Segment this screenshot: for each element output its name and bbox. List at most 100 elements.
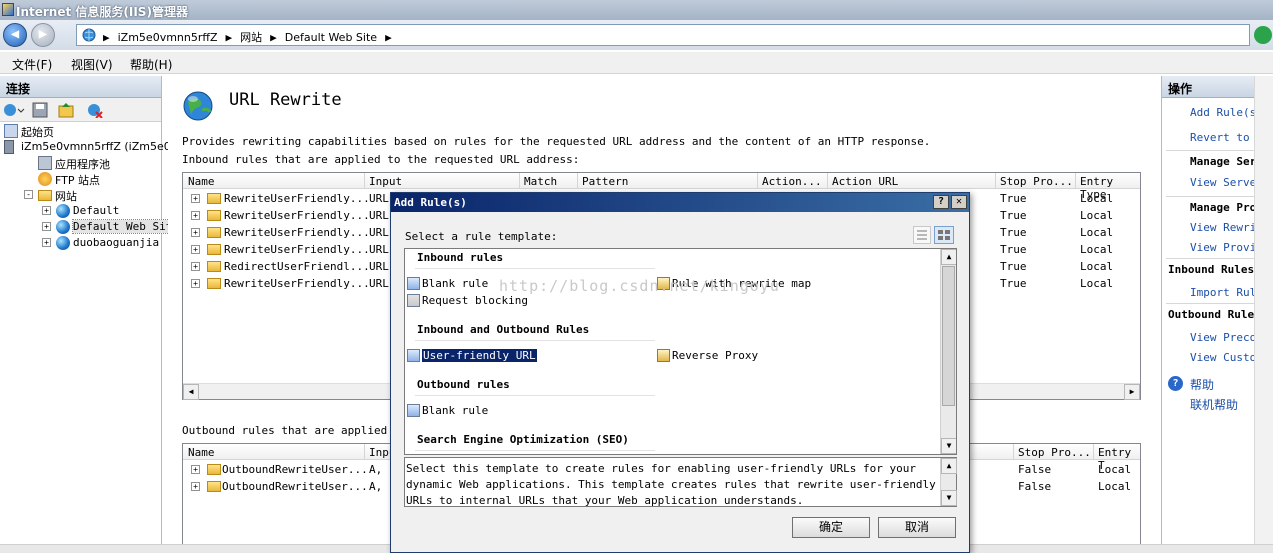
rule-template-item[interactable]: Blank rule xyxy=(407,404,488,417)
menu-file[interactable]: 文件(F) xyxy=(12,56,52,73)
ok-button[interactable]: 确定 xyxy=(792,517,870,538)
tile-view-button[interactable] xyxy=(934,226,954,244)
breadcrumb-item[interactable]: Default Web Site xyxy=(285,31,377,44)
column-separator[interactable] xyxy=(995,173,996,189)
up-level-icon[interactable] xyxy=(58,102,76,118)
column-separator[interactable] xyxy=(577,173,578,189)
row-expander[interactable]: + xyxy=(191,245,200,254)
cancel-button[interactable]: 取消 xyxy=(878,517,956,538)
tree-item[interactable]: + Default Web Site xyxy=(0,219,180,235)
row-expander[interactable]: + xyxy=(191,482,200,491)
connections-pane: 连接 起始页 iZm5e0vmnn5rffZ (iZm5e0v 应用程序池 FTP 站… xyxy=(0,76,180,553)
column-separator[interactable] xyxy=(827,173,828,189)
action-link[interactable]: View Precon xyxy=(1190,331,1263,344)
template-list[interactable]: Inbound rules Blank rule Rule with rewrite… xyxy=(404,248,957,455)
column-separator[interactable] xyxy=(757,173,758,189)
connect-icon[interactable] xyxy=(3,102,25,118)
action-link[interactable]: 联机帮助 xyxy=(1190,396,1238,413)
scroll-thumb[interactable] xyxy=(942,266,955,406)
tree-item[interactable]: FTP 站点 xyxy=(0,171,160,187)
grid-column-header[interactable]: Action... xyxy=(762,175,822,188)
rule-entry: Local xyxy=(1080,243,1114,256)
grid-column-header[interactable]: Name xyxy=(188,446,215,459)
row-expander[interactable]: + xyxy=(191,465,200,474)
action-link[interactable]: 帮助 xyxy=(1190,376,1214,393)
grid-column-header[interactable]: Name xyxy=(188,175,215,188)
forward-button[interactable]: ▶ xyxy=(31,23,55,47)
grid-column-header[interactable]: Stop Pro... xyxy=(1018,446,1091,459)
scroll-left-button[interactable]: ◀ xyxy=(183,384,199,400)
desc-scroll-down[interactable]: ▼ xyxy=(941,490,957,506)
tree-item[interactable]: + Default xyxy=(0,203,160,219)
menu-view[interactable]: 视图(V) xyxy=(71,56,113,73)
grid-column-header[interactable]: Pattern xyxy=(582,175,628,188)
column-separator[interactable] xyxy=(1013,444,1014,460)
desc-scroll-up[interactable]: ▲ xyxy=(941,458,957,474)
tree-expander[interactable]: + xyxy=(42,206,51,215)
rule-template-item[interactable]: Blank rule xyxy=(407,277,488,290)
tree-expander[interactable]: - xyxy=(24,190,33,199)
template-list-scrollbar[interactable]: ▲ ▼ xyxy=(940,249,956,454)
rule-entry: Local xyxy=(1098,480,1132,493)
server-icon xyxy=(4,140,14,154)
rule-template-label: Request blocking xyxy=(422,294,528,307)
column-separator[interactable] xyxy=(1093,444,1094,460)
action-link[interactable]: Add Rule(s) xyxy=(1190,106,1263,119)
tree-item[interactable]: 起始页 xyxy=(0,123,160,139)
rule-template-item[interactable]: User-friendly URL xyxy=(407,349,537,362)
column-separator[interactable] xyxy=(364,173,365,189)
back-button[interactable]: ◀ xyxy=(3,23,27,47)
grid-column-header[interactable]: Stop Pro... xyxy=(1000,175,1073,188)
row-expander[interactable]: + xyxy=(191,262,200,271)
folder-icon xyxy=(207,464,221,475)
tree-item[interactable]: 应用程序池 xyxy=(0,155,160,171)
dialog-help-button[interactable]: ? xyxy=(933,195,949,209)
scroll-right-button[interactable]: ▶ xyxy=(1124,384,1140,400)
address-row: ◀ ▶ ▶ iZm5e0vmnn5rffZ ▶ 网站 ▶ Default Web Site… xyxy=(0,20,1273,50)
row-expander[interactable]: + xyxy=(191,211,200,220)
tree-item[interactable]: iZm5e0vmnn5rffZ (iZm5e0v xyxy=(0,139,177,155)
grid-column-header[interactable]: Input xyxy=(369,175,402,188)
scroll-up-button[interactable]: ▲ xyxy=(941,249,956,265)
app-pool-icon xyxy=(38,156,52,170)
rule-name: RewriteUserFriendly... xyxy=(224,209,370,222)
tree-item[interactable]: - 网站 xyxy=(0,187,160,203)
row-expander[interactable]: + xyxy=(191,279,200,288)
action-link[interactable]: View Server xyxy=(1190,176,1263,189)
grid-column-header[interactable]: Action URL xyxy=(832,175,898,188)
actions-scrollbar[interactable] xyxy=(1254,76,1273,544)
rule-template-item[interactable]: Reverse Proxy xyxy=(657,349,758,362)
tree-item-label: iZm5e0vmnn5rffZ (iZm5e0v xyxy=(21,140,178,153)
row-expander[interactable]: + xyxy=(191,228,200,237)
disconnect-icon[interactable] xyxy=(86,102,104,118)
action-link[interactable]: View Custom xyxy=(1190,351,1263,364)
grid-column-header[interactable]: Match xyxy=(524,175,557,188)
rule-stop: False xyxy=(1018,480,1052,493)
dialog-close-button[interactable]: ✕ xyxy=(951,195,967,209)
scroll-down-button[interactable]: ▼ xyxy=(941,438,956,454)
column-separator[interactable] xyxy=(364,444,365,460)
rule-template-item[interactable]: Request blocking xyxy=(407,294,528,307)
breadcrumb-item[interactable]: iZm5e0vmnn5rffZ xyxy=(118,31,218,44)
breadcrumb-item[interactable]: 网站 xyxy=(240,31,262,44)
folder-icon xyxy=(207,244,221,255)
menu-help[interactable]: 帮助(H) xyxy=(130,56,172,73)
action-bold[interactable]: Manage Ser xyxy=(1190,155,1256,168)
action-link[interactable]: Import Rule xyxy=(1190,286,1263,299)
menu-bar: 文件(F) 视图(V) 帮助(H) xyxy=(0,52,1273,74)
tree-item[interactable]: + duobaoguanjia xyxy=(0,235,160,251)
action-bold[interactable]: Manage Pro xyxy=(1190,201,1256,214)
description-scrollbar[interactable]: ▲ ▼ xyxy=(940,458,957,506)
column-separator[interactable] xyxy=(1075,173,1076,189)
column-separator[interactable] xyxy=(519,173,520,189)
action-link[interactable]: Revert to P xyxy=(1190,131,1263,144)
tree-expander[interactable]: + xyxy=(42,222,51,231)
action-link[interactable]: View Provid xyxy=(1190,241,1263,254)
refresh-icon[interactable] xyxy=(1254,26,1272,44)
row-expander[interactable]: + xyxy=(191,194,200,203)
tree-expander[interactable]: + xyxy=(42,238,51,247)
action-link[interactable]: View Rewrit xyxy=(1190,221,1263,234)
address-bar[interactable]: ▶ iZm5e0vmnn5rffZ ▶ 网站 ▶ Default Web Site ▶ xyxy=(76,24,1250,46)
list-view-button[interactable] xyxy=(913,226,931,244)
save-icon[interactable] xyxy=(32,102,48,118)
